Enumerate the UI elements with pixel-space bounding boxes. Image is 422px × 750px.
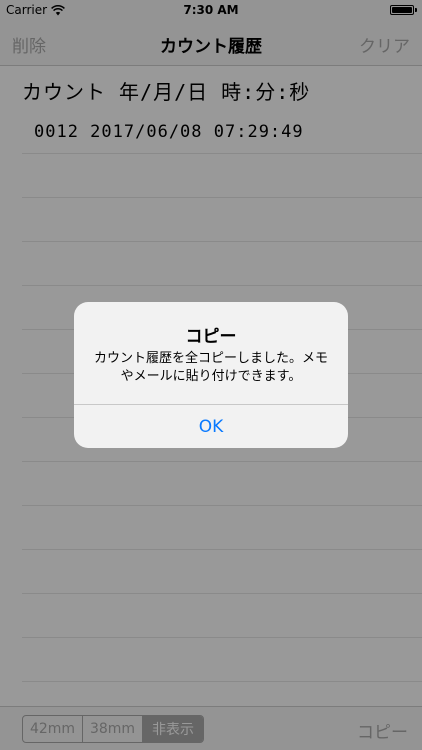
alert-title: コピー [185,327,237,347]
app-screen: Carrier 7:30 AM 削除 カウント履歴 クリア カウント 年/月/日… [0,0,422,750]
ok-button[interactable]: OK [74,404,348,448]
copy-alert-dialog: コピー カウント履歴を全コピーしました。メモやメールに貼り付けできます。 OK [74,302,348,448]
alert-message: カウント履歴を全コピーしました。メモやメールに貼り付けできます。 [93,351,328,384]
